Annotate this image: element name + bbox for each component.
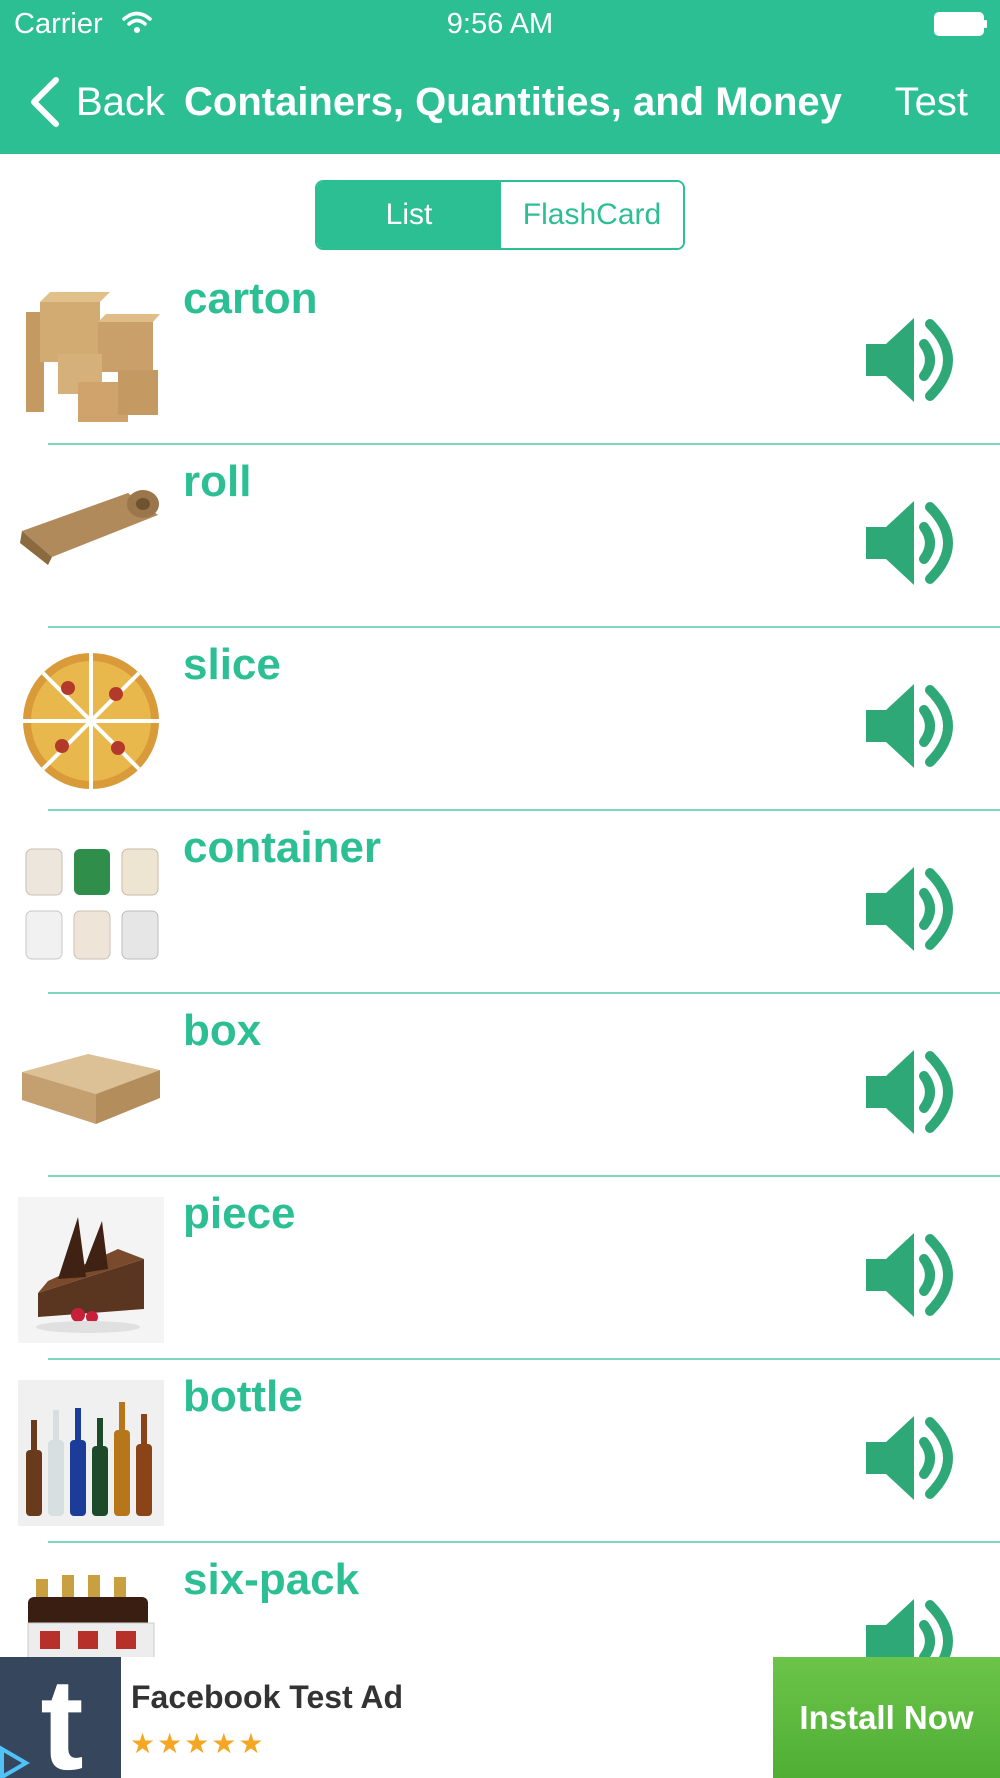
view-mode-segmented-control: List FlashCard [315,180,685,250]
speaker-icon[interactable] [864,863,970,955]
status-bar: Carrier 9:56 AM [0,0,1000,50]
segment-flashcard[interactable]: FlashCard [501,182,683,248]
back-label: Back [76,79,165,124]
word-label: piece [183,1189,296,1238]
test-button[interactable]: Test [895,80,968,125]
list-item[interactable]: carton [0,262,1000,445]
word-label: box [183,1006,262,1055]
tumblr-logo-icon: t [0,1657,121,1778]
speaker-icon[interactable] [864,497,970,589]
piece-image [18,1197,164,1343]
header: Carrier 9:56 AM Back Containers, Quantit… [0,0,1000,154]
list-item[interactable]: roll [0,445,1000,628]
list-item[interactable]: box [0,994,1000,1177]
word-label: carton [183,274,318,323]
list-item[interactable]: bottle [0,1360,1000,1543]
chevron-left-icon [31,77,59,127]
speaker-icon[interactable] [864,1229,970,1321]
bottle-image [18,1380,164,1526]
word-label: six-pack [183,1555,360,1604]
speaker-icon[interactable] [864,680,970,772]
install-now-button[interactable]: Install Now [773,1657,1000,1778]
navigation-bar: Back Containers, Quantities, and Money T… [0,60,1000,144]
carton-image [26,292,160,422]
word-label: container [183,823,382,872]
speaker-icon[interactable] [864,1046,970,1138]
word-label: bottle [183,1372,303,1421]
battery-icon [934,12,987,36]
slice-image [23,653,159,789]
page-title: Containers, Quantities, and Money [184,80,842,124]
speaker-icon[interactable] [864,1412,970,1504]
ad-title: Facebook Test Ad [131,1679,404,1715]
word-label: slice [183,640,281,689]
ad-rating-stars: ★★★★★ [130,1728,266,1759]
list-item[interactable]: container [0,811,1000,994]
back-button[interactable]: Back [28,74,165,130]
list-item[interactable]: slice [0,628,1000,811]
status-time: 9:56 AM [446,8,554,40]
segment-list[interactable]: List [317,182,501,248]
list-item[interactable]: piece [0,1177,1000,1360]
speaker-icon[interactable] [864,314,970,406]
box-image [22,1054,160,1124]
roll-image [20,490,159,565]
word-label: roll [183,457,252,506]
svg-text:t: t [40,1657,83,1778]
container-image [25,848,159,960]
ad-banner[interactable]: t Facebook Test Ad ★★★★★ Install Now [0,1657,1000,1778]
word-list: carton roll slice container box piece bo… [0,262,1000,1726]
